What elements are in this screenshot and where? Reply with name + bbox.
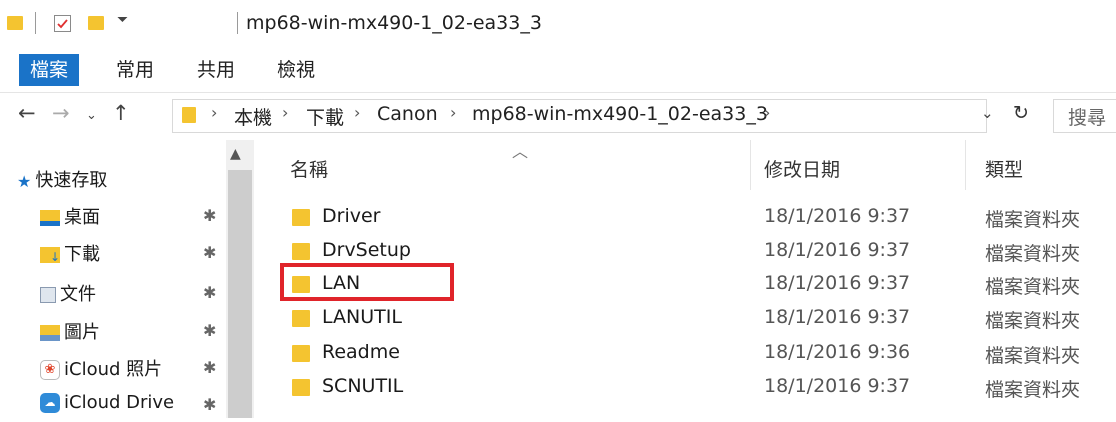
sidebar-item-downloads[interactable]: ↓ 下載 xyxy=(40,240,100,270)
breadcrumb-current-folder[interactable]: mp68-win-mx490-1_02-ea33_3 xyxy=(472,103,768,125)
sidebar-scroll-thumb[interactable] xyxy=(228,170,252,418)
breadcrumb-canon[interactable]: Canon xyxy=(377,103,438,125)
downloads-icon: ↓ xyxy=(40,247,60,263)
file-date: 18/1/2016 9:37 xyxy=(764,239,911,261)
column-header-date[interactable]: 修改日期 xyxy=(764,155,840,182)
sidebar-item-pictures[interactable]: 圖片 xyxy=(40,318,100,348)
recent-locations-chevron-icon[interactable]: ⌄ xyxy=(86,108,97,123)
file-type: 檔案資料夾 xyxy=(985,209,1081,231)
pin-icon[interactable]: ✱ xyxy=(203,243,216,262)
sidebar-item-icloud-photos[interactable]: ❀ iCloud 照片 xyxy=(40,355,162,385)
tab-share[interactable]: 共用 xyxy=(197,54,235,86)
scroll-up-icon[interactable]: ▲ xyxy=(230,146,241,162)
folder-icon xyxy=(182,107,196,123)
title-bar: ⏷ mp68-win-mx490-1_02-ea33_3 xyxy=(0,0,1116,52)
highlight-box xyxy=(280,263,454,301)
star-icon: ★ xyxy=(17,171,32,191)
table-row[interactable]: Readme 18/1/2016 9:36 檔案資料夾 xyxy=(290,337,1110,372)
ribbon-divider xyxy=(0,92,1116,93)
table-row[interactable]: SCNUTIL 18/1/2016 9:37 檔案資料夾 xyxy=(290,371,1110,406)
folder-icon xyxy=(292,243,310,260)
sidebar-item-label: 下載 xyxy=(64,244,100,265)
file-date: 18/1/2016 9:37 xyxy=(764,205,911,227)
pin-icon[interactable]: ✱ xyxy=(203,321,216,340)
pin-icon[interactable]: ✱ xyxy=(203,206,216,225)
file-name: DrvSetup xyxy=(322,239,411,261)
file-type: 檔案資料夾 xyxy=(985,379,1081,401)
folder-icon xyxy=(292,379,310,396)
sidebar-item-label: 快速存取 xyxy=(35,170,108,191)
folder-icon xyxy=(292,345,310,362)
folder-icon xyxy=(292,209,310,226)
sidebar-item-label: iCloud 照片 xyxy=(64,359,163,380)
search-placeholder: 搜尋 xyxy=(1068,107,1107,129)
folder-icon xyxy=(7,16,23,30)
properties-icon[interactable] xyxy=(54,15,71,32)
desktop-icon xyxy=(40,210,60,226)
chevron-right-icon[interactable]: › xyxy=(354,103,360,122)
table-row[interactable]: LANUTIL 18/1/2016 9:37 檔案資料夾 xyxy=(290,302,1110,337)
tab-home[interactable]: 常用 xyxy=(116,54,154,86)
icloud-drive-icon: ☁ xyxy=(40,393,60,413)
pin-icon[interactable]: ✱ xyxy=(203,395,216,414)
column-divider[interactable] xyxy=(750,140,751,190)
tab-view[interactable]: 檢視 xyxy=(277,54,315,86)
address-history-chevron-icon[interactable]: ⌄ xyxy=(981,104,994,122)
file-type: 檔案資料夾 xyxy=(985,310,1081,332)
separator xyxy=(35,12,36,34)
folder-icon xyxy=(292,310,310,327)
up-arrow-icon[interactable]: ↑ xyxy=(112,101,130,125)
documents-icon xyxy=(40,287,56,303)
file-date: 18/1/2016 9:37 xyxy=(764,306,911,328)
file-name: Readme xyxy=(322,341,400,363)
refresh-icon[interactable]: ↻ xyxy=(1013,102,1029,124)
new-folder-icon[interactable] xyxy=(88,16,104,30)
sidebar-item-documents[interactable]: 文件 xyxy=(40,280,96,310)
file-name: LANUTIL xyxy=(322,306,402,328)
chevron-right-icon[interactable]: › xyxy=(450,103,456,122)
sidebar-item-label: 文件 xyxy=(60,284,96,305)
file-type: 檔案資料夾 xyxy=(985,345,1081,367)
table-row[interactable]: Driver 18/1/2016 9:37 檔案資料夾 xyxy=(290,201,1110,236)
file-date: 18/1/2016 9:37 xyxy=(764,375,911,397)
sidebar-item-desktop[interactable]: 桌面 xyxy=(40,203,100,233)
file-name: SCNUTIL xyxy=(322,375,404,397)
pin-icon[interactable]: ✱ xyxy=(203,358,216,377)
file-type: 檔案資料夾 xyxy=(985,243,1081,265)
chevron-right-icon[interactable]: › xyxy=(764,103,770,122)
column-header-type[interactable]: 類型 xyxy=(985,155,1023,182)
file-date: 18/1/2016 9:36 xyxy=(764,341,911,363)
chevron-right-icon[interactable]: › xyxy=(211,103,217,122)
forward-arrow-icon[interactable]: → xyxy=(52,101,70,125)
back-arrow-icon[interactable]: ← xyxy=(18,101,36,125)
sidebar-item-label: iCloud Drive xyxy=(64,392,175,413)
icloud-photos-icon: ❀ xyxy=(40,360,60,380)
tab-file[interactable]: 檔案 xyxy=(19,54,79,86)
sidebar-item-label: 桌面 xyxy=(64,207,100,228)
sidebar-item-label: 圖片 xyxy=(64,322,100,343)
breadcrumb-this-pc[interactable]: 本機 xyxy=(234,103,272,130)
file-type: 檔案資料夾 xyxy=(985,276,1081,298)
column-header-name[interactable]: 名稱 xyxy=(290,155,328,182)
window-title: mp68-win-mx490-1_02-ea33_3 xyxy=(246,12,542,34)
sidebar-item-quick-access[interactable]: ★ 快速存取 xyxy=(17,166,107,196)
sort-ascending-icon: ︿ xyxy=(512,142,529,161)
pin-icon[interactable]: ✱ xyxy=(203,283,216,302)
pictures-icon xyxy=(40,325,60,341)
quick-access-dropdown-icon[interactable]: ⏷ xyxy=(117,12,128,28)
file-date: 18/1/2016 9:37 xyxy=(764,272,911,294)
file-name: Driver xyxy=(322,205,381,227)
breadcrumb-downloads[interactable]: 下載 xyxy=(306,103,344,130)
separator xyxy=(237,12,238,34)
column-divider[interactable] xyxy=(965,140,966,190)
chevron-right-icon[interactable]: › xyxy=(282,103,288,122)
